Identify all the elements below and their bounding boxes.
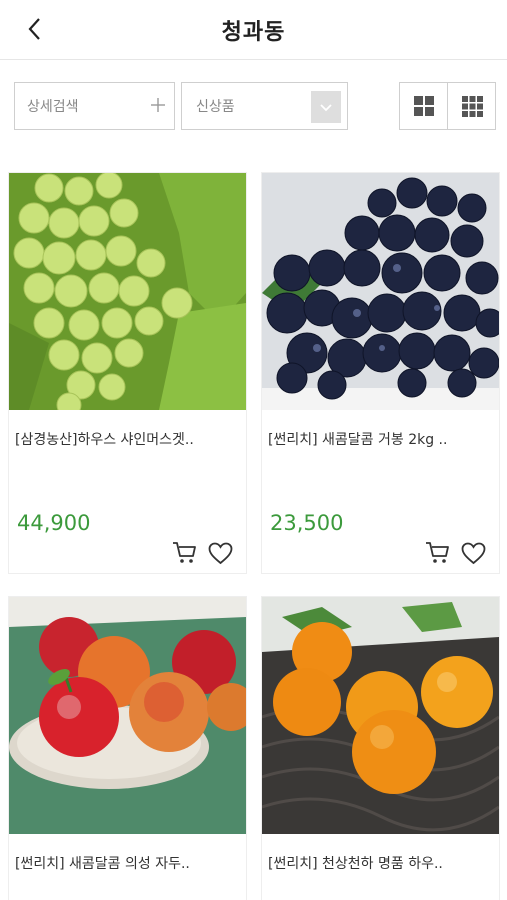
heart-icon[interactable] (461, 542, 486, 565)
page-title: 청과동 (221, 20, 286, 45)
chevron-down-icon (320, 104, 332, 112)
product-name: [썬리치] 천상천하 명품 하우.. (268, 856, 443, 872)
product-image-black-grapes (262, 173, 499, 410)
product-card[interactable]: [썬리치] 새콤달콤 의성 자두.. (8, 596, 247, 900)
product-price: 44,900 (17, 511, 91, 535)
grid-3-view-button[interactable] (448, 83, 496, 129)
grid-2-icon (414, 96, 434, 116)
detail-search-label: 상세검색 (27, 99, 79, 115)
grid-2-view-button[interactable] (400, 83, 448, 129)
product-price: 23,500 (270, 511, 344, 535)
grid-3-icon (462, 96, 483, 117)
app-header: 청과동 (0, 0, 507, 60)
product-image-tangerines (262, 597, 499, 834)
product-image-green-grapes (9, 173, 246, 410)
view-toggle (399, 82, 496, 130)
product-name: [썬리치] 새콤달콤 거봉 2kg .. (268, 432, 448, 448)
cart-icon[interactable] (424, 539, 450, 565)
product-card[interactable]: [삼경농산]하우스 샤인머스겟.. 44,900 (8, 172, 247, 574)
product-image-plums (9, 597, 246, 834)
product-name: [썬리치] 새콤달콤 의성 자두.. (15, 856, 190, 872)
detail-search-button[interactable]: 상세검색 (14, 82, 175, 130)
sort-select[interactable]: 신상품 (181, 82, 348, 130)
product-name: [삼경농산]하우스 샤인머스겟.. (15, 432, 194, 448)
plus-icon (151, 98, 165, 112)
product-card[interactable]: [썬리치] 천상천하 명품 하우.. (261, 596, 500, 900)
cart-icon[interactable] (171, 539, 197, 565)
dropdown-arrow (311, 91, 341, 123)
heart-icon[interactable] (208, 542, 233, 565)
sort-select-value: 신상품 (196, 99, 235, 115)
filter-toolbar: 상세검색 신상품 (0, 60, 507, 152)
product-card[interactable]: [썬리치] 새콤달콤 거봉 2kg .. 23,500 (261, 172, 500, 574)
